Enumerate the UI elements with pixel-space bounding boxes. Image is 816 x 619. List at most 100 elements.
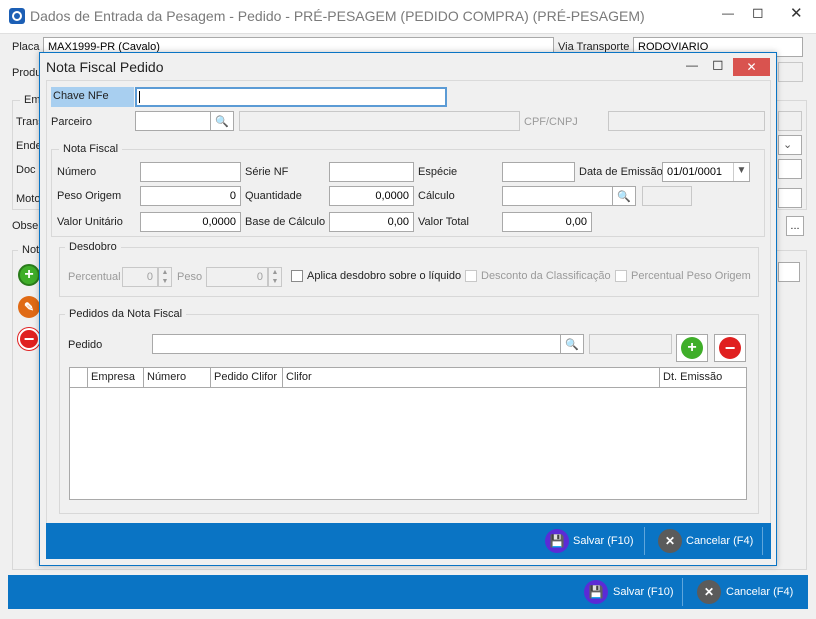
- dialog-minimize-icon[interactable]: —: [686, 58, 698, 72]
- outer-cancel-label: Cancelar (F4): [726, 586, 794, 598]
- percentual-stepper[interactable]: 0: [122, 267, 158, 287]
- col-header-pedido-clifor[interactable]: Pedido Clifor: [211, 368, 283, 388]
- app-logo-icon: [9, 8, 25, 24]
- dialog-close-button[interactable]: ✕: [733, 58, 770, 76]
- valor-total-input[interactable]: 0,00: [502, 212, 592, 232]
- quantidade-label: Quantidade: [245, 190, 302, 202]
- outer-cancel-button[interactable]: ✕ Cancelar (F4): [697, 580, 793, 604]
- outer-title-bar: Dados de Entrada da Pesagem - Pedido - P…: [0, 0, 816, 34]
- outer-save-button[interactable]: 💾 Salvar (F10): [584, 580, 674, 604]
- save-icon: 💾: [584, 580, 608, 604]
- aplica-desdobro-checkbox[interactable]: Aplica desdobro sobre o líquido: [291, 270, 461, 282]
- calculo-search-button[interactable]: 🔍: [612, 186, 636, 206]
- chave-nfe-label: Chave NFe: [51, 87, 134, 107]
- text-cursor: [139, 91, 140, 103]
- produto-label: Produ: [12, 67, 42, 79]
- add-note-icon[interactable]: +: [18, 264, 40, 286]
- peso-label: Peso: [177, 271, 203, 283]
- peso-spin-icon[interactable]: ▲ ▼: [268, 267, 282, 287]
- notas-field: [778, 262, 800, 282]
- ellipsis-button[interactable]: ...: [786, 216, 804, 236]
- desconto-classificacao-checkbox[interactable]: Desconto da Classificação: [465, 270, 611, 282]
- percentual-peso-origem-checkbox[interactable]: Percentual Peso Origem: [615, 270, 751, 282]
- aplica-desdobro-label: Aplica desdobro sobre o líquido: [307, 270, 462, 282]
- ende-label: Ende: [16, 140, 42, 152]
- pedido-input[interactable]: [152, 334, 561, 354]
- especie-label: Espécie: [418, 166, 458, 178]
- add-pedido-button[interactable]: +: [676, 334, 708, 362]
- chave-nfe-input[interactable]: [135, 87, 447, 107]
- checkbox-box: [465, 270, 477, 282]
- percentual-label: Percentual: [68, 271, 121, 283]
- search-icon: 🔍: [617, 190, 631, 203]
- outer-window-title: Dados de Entrada da Pesagem - Pedido - P…: [30, 8, 645, 24]
- moto-field[interactable]: [778, 188, 802, 208]
- numero-label: Número: [57, 166, 97, 178]
- pedidos-grid[interactable]: Empresa Número Pedido Clifor Clifor Dt. …: [69, 367, 747, 500]
- checkbox-box: [291, 270, 303, 282]
- parceiro-name-field: [239, 111, 520, 131]
- chevron-down-icon[interactable]: ▼: [733, 163, 749, 181]
- dialog-cancel-label: Cancelar (F4): [686, 535, 754, 547]
- calculo-input[interactable]: [502, 186, 613, 206]
- dialog-maximize-icon[interactable]: ◻: [712, 56, 724, 73]
- calculo-label: Cálculo: [418, 190, 455, 202]
- placa-label: Placa: [12, 41, 40, 53]
- especie-input[interactable]: [502, 162, 575, 182]
- peso-stepper[interactable]: 0: [206, 267, 268, 287]
- outer-save-label: Salvar (F10): [613, 586, 674, 598]
- dialog-bar-separator: [644, 527, 645, 555]
- trans-field: [778, 111, 802, 131]
- serie-nf-label: Série NF: [245, 166, 289, 178]
- data-emissao-label: Data de Emissão: [579, 166, 663, 178]
- numero-input[interactable]: [140, 162, 241, 182]
- percentual-peso-origem-label: Percentual Peso Origem: [631, 270, 751, 282]
- peso-origem-label: Peso Origem: [57, 190, 122, 202]
- plus-icon: +: [681, 337, 703, 359]
- close-icon[interactable]: ✕: [790, 4, 803, 22]
- cancel-icon: ✕: [658, 529, 682, 553]
- quantidade-input[interactable]: 0,0000: [329, 186, 414, 206]
- valor-unitario-label: Valor Unitário: [57, 216, 123, 228]
- minus-icon: −: [719, 337, 741, 359]
- base-calculo-label: Base de Cálculo: [245, 216, 326, 228]
- percentual-spin-icon[interactable]: ▲ ▼: [158, 267, 172, 287]
- nota-fiscal-group-title: Nota Fiscal: [59, 143, 123, 155]
- cpf-cnpj-label: CPF/CNPJ: [524, 116, 578, 128]
- col-header-dt-emissao[interactable]: Dt. Emissão: [660, 368, 746, 388]
- checkbox-box: [615, 270, 627, 282]
- col-header-empresa[interactable]: Empresa: [88, 368, 144, 388]
- produto-field: [778, 62, 803, 82]
- ende-dropdown[interactable]: ⌄: [778, 135, 802, 155]
- cancel-icon: ✕: [697, 580, 721, 604]
- desconto-classificacao-label: Desconto da Classificação: [481, 270, 611, 282]
- pedido-label: Pedido: [68, 339, 103, 351]
- peso-origem-input[interactable]: 0: [140, 186, 241, 206]
- parceiro-search-button[interactable]: 🔍: [210, 111, 234, 131]
- remove-pedido-button[interactable]: −: [714, 334, 746, 362]
- save-icon: 💾: [545, 529, 569, 553]
- dialog-bar-separator-2: [762, 527, 763, 555]
- outer-action-bar: [8, 575, 808, 609]
- col-header-clifor[interactable]: Clifor: [283, 368, 660, 388]
- moto-label: Moto: [16, 193, 41, 205]
- minimize-icon[interactable]: —: [722, 6, 734, 20]
- remove-note-icon[interactable]: −: [18, 328, 40, 350]
- grid-indicator-col: [70, 368, 88, 388]
- parceiro-label: Parceiro: [51, 116, 92, 128]
- cpf-cnpj-field: [608, 111, 765, 131]
- ellipsis-text: ...: [790, 220, 800, 232]
- maximize-icon[interactable]: ◻: [752, 4, 764, 21]
- col-header-numero[interactable]: Número: [144, 368, 211, 388]
- doc-field[interactable]: [778, 159, 802, 179]
- obse-label: Obse: [12, 220, 39, 232]
- valor-unitario-input[interactable]: 0,0000: [140, 212, 241, 232]
- pedido-search-button[interactable]: 🔍: [560, 334, 584, 354]
- serie-nf-input[interactable]: [329, 162, 414, 182]
- desdobro-group-title: Desdobro: [65, 241, 121, 253]
- parceiro-input[interactable]: [135, 111, 211, 131]
- edit-note-icon[interactable]: ✎: [18, 296, 40, 318]
- base-calculo-input[interactable]: 0,00: [329, 212, 414, 232]
- dialog-save-button[interactable]: 💾 Salvar (F10): [545, 529, 634, 553]
- dialog-cancel-button[interactable]: ✕ Cancelar (F4): [658, 529, 753, 553]
